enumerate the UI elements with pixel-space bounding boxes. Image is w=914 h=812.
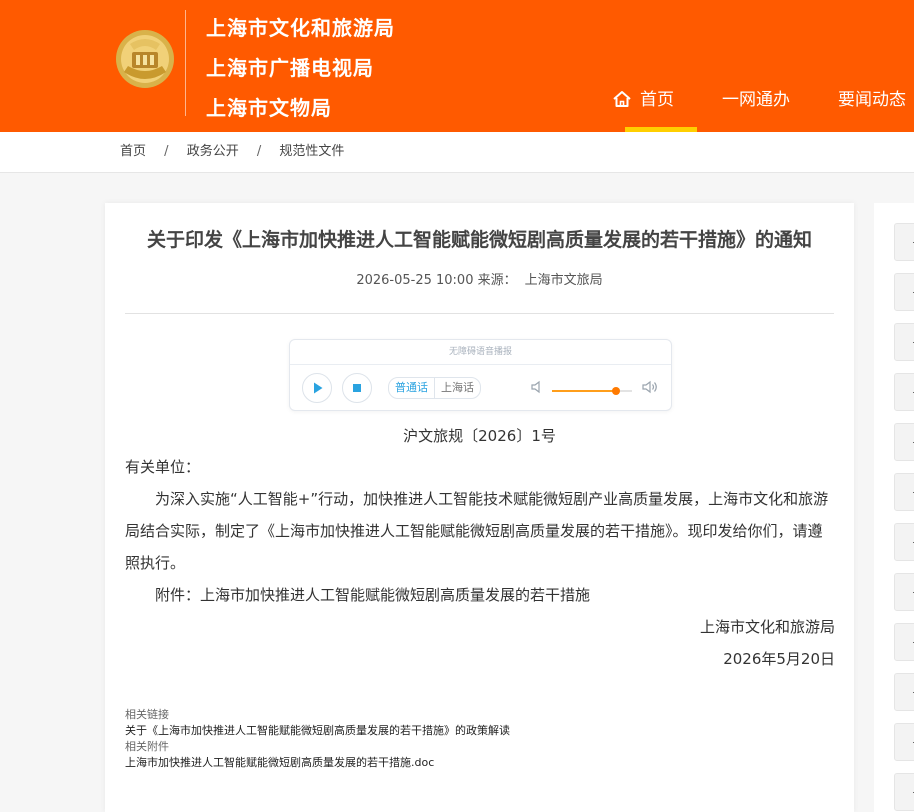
article-card: 关于印发《上海市加快推进人工智能赋能微短剧高质量发展的若干措施》的通知 2026… [105, 203, 854, 812]
shanghai-emblem-icon[interactable] [112, 28, 178, 90]
sidebar-tab[interactable] [894, 573, 914, 611]
volume-low-icon[interactable] [530, 380, 544, 394]
breadcrumb-item-home[interactable]: 首页 [120, 144, 146, 159]
sidebar-tab[interactable] [894, 723, 914, 761]
article-meta: 2026-05-25 10:00 来源： 上海市文旅局 [105, 269, 854, 288]
document-number: 沪文旅规〔2026〕1号 [403, 427, 556, 445]
lang-mandarin-button[interactable]: 普通话 [389, 378, 435, 398]
breadcrumb-bar: 首页 / 政务公开 / 规范性文件 [0, 132, 914, 173]
article-title: 关于印发《上海市加快推进人工智能赋能微短剧高质量发展的若干措施》的通知 [146, 229, 812, 251]
related-attachment-doc[interactable]: 上海市加快推进人工智能赋能微短剧高质量发展的若干措施.doc [125, 755, 835, 771]
right-sidebar [874, 203, 914, 812]
attachment-note: 附件：上海市加快推进人工智能赋能微短剧高质量发展的若干措施 [155, 586, 591, 604]
stop-icon [353, 384, 361, 392]
sidebar-tab[interactable] [894, 673, 914, 711]
site-header: 上海市文化和旅游局 上海市广播电视局 上海市文物局 首页 一网通办 要闻动态 [0, 0, 914, 132]
addressee: 有关单位： [125, 458, 201, 476]
sidebar-tab[interactable] [894, 523, 914, 561]
breadcrumb-separator: / [256, 144, 262, 159]
language-switch: 普通话 上海话 [388, 377, 481, 399]
home-icon [613, 91, 631, 107]
sidebar-tab[interactable] [894, 473, 914, 511]
breadcrumb-item-normative-docs[interactable]: 规范性文件 [279, 144, 344, 159]
related-link-policy-interpretation[interactable]: 关于《上海市加快推进人工智能赋能微短剧高质量发展的若干措施》的政策解读 [125, 723, 835, 739]
related-section: 相关链接 关于《上海市加快推进人工智能赋能微短剧高质量发展的若干措施》的政策解读… [125, 707, 835, 771]
sidebar-tab[interactable] [894, 773, 914, 811]
nav-item-home-label: 首页 [640, 90, 674, 110]
sidebar-tab[interactable] [894, 623, 914, 661]
nav-item-online-service[interactable]: 一网通办 [722, 82, 790, 132]
signature-org: 上海市文化和旅游局 [699, 618, 835, 636]
play-button[interactable] [302, 373, 332, 403]
volume-fill [552, 390, 616, 392]
article-source-label: 来源： [477, 273, 517, 288]
sidebar-tab[interactable] [894, 423, 914, 461]
breadcrumb-separator: / [164, 144, 169, 159]
nav-item-news[interactable]: 要闻动态 [838, 82, 906, 132]
sidebar-tab[interactable] [894, 373, 914, 411]
org-name-culture-tourism[interactable]: 上海市文化和旅游局 [206, 8, 395, 48]
nav-item-home[interactable]: 首页 [612, 82, 697, 132]
article-source: 上海市文旅局 [524, 273, 603, 288]
player-title: 无障碍语音播报 [290, 340, 671, 365]
breadcrumb: 首页 / 政务公开 / 规范性文件 [120, 132, 344, 172]
audio-player: 无障碍语音播报 普通话 上海话 [289, 339, 672, 411]
related-attachments-label: 相关附件 [125, 740, 169, 753]
volume-knob[interactable] [612, 387, 620, 395]
related-links-label: 相关链接 [125, 708, 169, 721]
sidebar-tab[interactable] [894, 223, 914, 261]
signature-date: 2026年5月20日 [723, 650, 835, 668]
volume-high-icon[interactable] [642, 380, 658, 394]
lang-shanghainese-button[interactable]: 上海话 [435, 378, 480, 398]
sidebar-tab[interactable] [894, 273, 914, 311]
breadcrumb-item-gov-info[interactable]: 政务公开 [187, 144, 239, 159]
main-nav: 首页 一网通办 要闻动态 [0, 82, 914, 132]
main-paragraph: 为深入实施“人工智能+”行动，加快推进人工智能技术赋能微短剧产业高质量发展，上海… [125, 490, 829, 572]
article-datetime: 2026-05-25 10:00 [356, 273, 474, 288]
volume-slider[interactable] [552, 387, 632, 395]
title-divider [125, 313, 834, 314]
sidebar-tab[interactable] [894, 323, 914, 361]
stop-button[interactable] [342, 373, 372, 403]
article-body: 有关单位： 为深入实施“人工智能+”行动，加快推进人工智能技术赋能微短剧产业高质… [125, 455, 835, 675]
play-icon [314, 382, 323, 394]
